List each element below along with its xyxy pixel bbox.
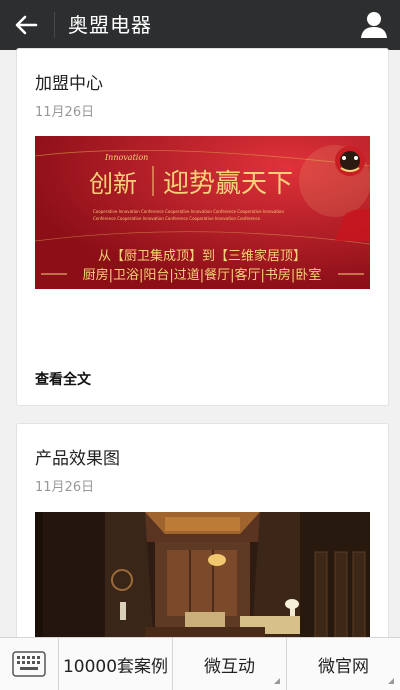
menu-cases[interactable]: 10000套案例	[59, 638, 173, 690]
menu-website[interactable]: 微官网	[287, 638, 400, 690]
user-icon[interactable]	[360, 10, 388, 40]
banner-script: Innovation	[104, 153, 148, 162]
menu-label: 微互动	[204, 656, 255, 677]
banner-fine-line: Cooperative Innovation Conference Cooper…	[93, 209, 284, 214]
menu-interaction[interactable]: 微互动	[173, 638, 287, 690]
back-arrow-icon[interactable]	[8, 8, 44, 42]
post-date: 11月26日	[35, 480, 95, 495]
menu-label: 微官网	[318, 656, 369, 677]
submenu-indicator-icon	[388, 678, 394, 684]
banner-slogan: 从【厨卫集成顶】到【三维家居顶】	[98, 248, 306, 264]
banner-headline-right: 迎势赢天下	[163, 169, 293, 199]
post-card[interactable]: 加盟中心 11月26日 Innovation 创新 迎势赢天下 Cooperat…	[16, 48, 389, 406]
post-card[interactable]: 产品效果图 11月26日	[16, 423, 389, 665]
header-divider	[54, 12, 55, 38]
top-bar: 奥盟电器	[0, 0, 400, 50]
post-date: 11月26日	[35, 105, 95, 120]
post-title: 产品效果图	[35, 449, 120, 469]
submenu-indicator-icon	[274, 678, 280, 684]
keyboard-icon[interactable]	[0, 638, 59, 690]
page-title: 奥盟电器	[68, 13, 152, 37]
banner-rooms: 厨房|卫浴|阳台|过道|餐厅|客厅|书房|卧室	[83, 267, 322, 283]
post-banner-image[interactable]: Innovation 创新 迎势赢天下 Cooperative Innovati…	[35, 136, 370, 289]
post-title: 加盟中心	[35, 74, 103, 94]
read-more-link[interactable]: 查看全文	[35, 369, 91, 389]
menu-label: 10000套案例	[62, 656, 169, 677]
banner-headline-left: 创新	[89, 170, 137, 198]
bottom-menu-bar: 10000套案例 微互动 微官网	[0, 637, 400, 690]
banner-fine-line: Conference Cooperative Innovation Confer…	[93, 216, 261, 221]
